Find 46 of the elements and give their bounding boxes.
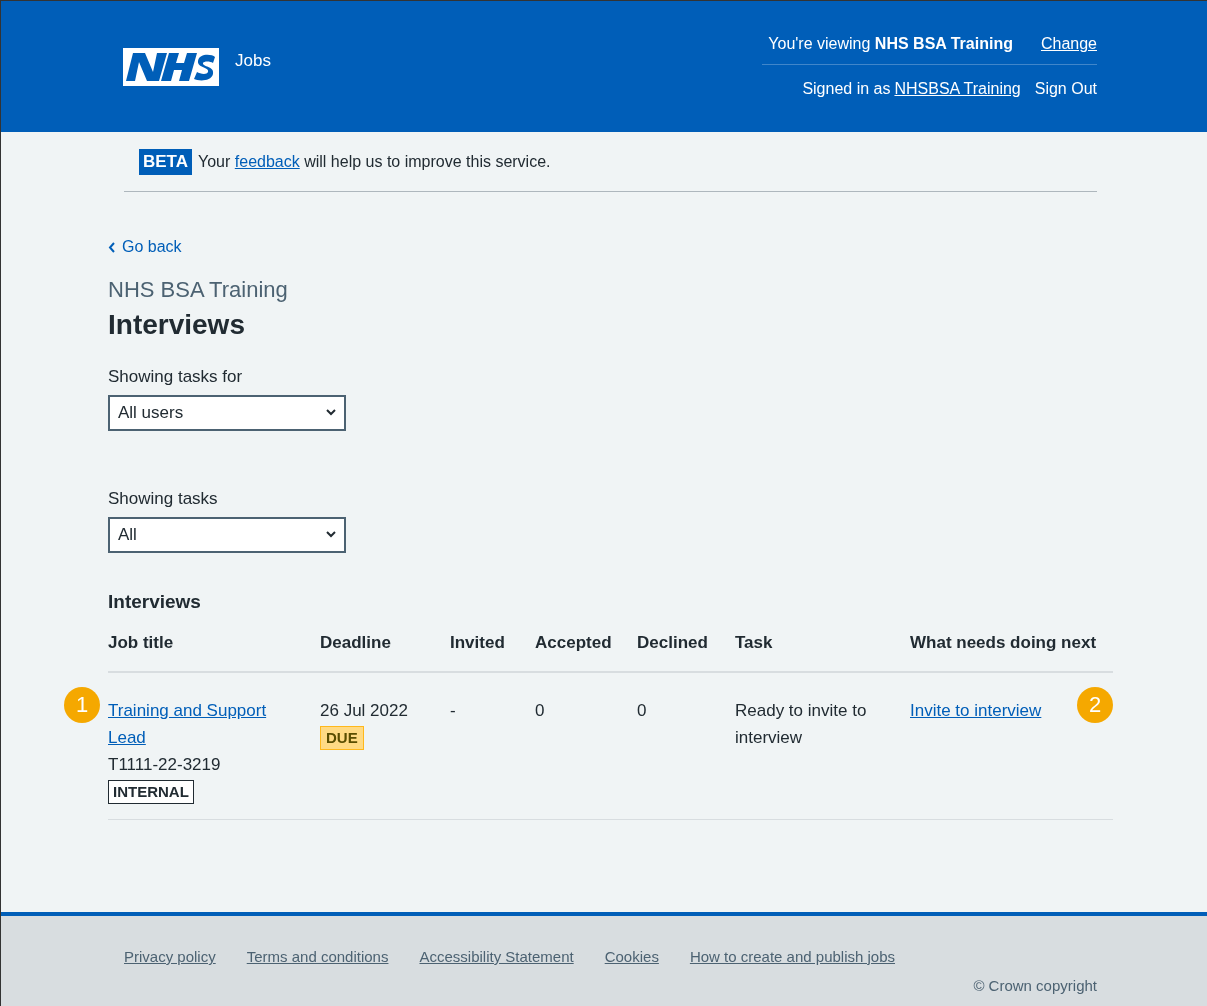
footer-link[interactable]: Cookies — [604, 948, 659, 965]
viewing-organisation: You're viewing NHS BSA Training — [768, 34, 1013, 53]
feedback-link[interactable]: feedback — [234, 152, 300, 170]
invite-link[interactable]: Invite to interview — [910, 700, 1042, 720]
caret-icon — [326, 531, 336, 538]
page-title: Interviews — [108, 308, 246, 341]
back-link[interactable]: Go back — [108, 238, 182, 256]
beta-tag: BETA — [139, 148, 192, 175]
page-caption: NHS BSA Training — [108, 276, 289, 303]
column-header: Declined — [637, 632, 708, 652]
caret-icon — [326, 409, 336, 416]
filter-label: Showing tasks for — [108, 366, 244, 387]
footer-link[interactable]: How to create and publish jobs — [689, 948, 895, 965]
job-reference: T1111-22-3219 — [108, 753, 222, 776]
job-type-tag: INTERNAL — [108, 779, 194, 804]
sign-out-link[interactable]: Sign Out — [1034, 79, 1097, 98]
user-link[interactable]: NHSBSA Training — [894, 79, 1021, 98]
column-header: Accepted — [535, 632, 612, 652]
declined-count: 0 — [637, 699, 648, 722]
column-header: Deadline — [320, 632, 391, 652]
filter-select[interactable]: All users — [108, 394, 346, 431]
column-header: What needs doing next — [910, 632, 1097, 652]
deadline-date: 26 Jul 2022 — [320, 699, 409, 722]
column-header: Task — [735, 632, 773, 652]
callout-marker: 1 — [64, 686, 100, 723]
callout-marker: 2 — [1077, 686, 1113, 723]
service-name: Jobs — [235, 50, 271, 71]
copyright-notice: © Crown copyright — [973, 977, 1097, 994]
footer-link[interactable]: Accessibility Statement — [419, 948, 574, 965]
column-header: Job title — [108, 632, 174, 652]
table-caption: Interviews — [108, 590, 202, 613]
nhs-logo[interactable] — [123, 47, 219, 86]
task-status: Ready to invite to interview — [735, 699, 868, 749]
filter-label: Showing tasks — [108, 488, 219, 509]
signed-in-label: Signed in as — [802, 79, 891, 98]
footer-link[interactable]: Terms and conditions — [246, 948, 389, 965]
chevron-left-icon — [108, 241, 116, 253]
column-header: Invited — [450, 632, 505, 652]
filter-select[interactable]: All — [108, 516, 346, 553]
change-link[interactable]: Change — [1040, 34, 1097, 53]
job-title-link[interactable]: Training and Support Lead — [108, 696, 298, 751]
accepted-count: 0 — [535, 699, 546, 722]
beta-message: Your feedback will help us to improve this service. — [198, 152, 551, 171]
due-tag: DUE — [320, 725, 364, 750]
footer-link[interactable]: Privacy policy — [124, 948, 216, 965]
invited-count: - — [450, 699, 457, 722]
